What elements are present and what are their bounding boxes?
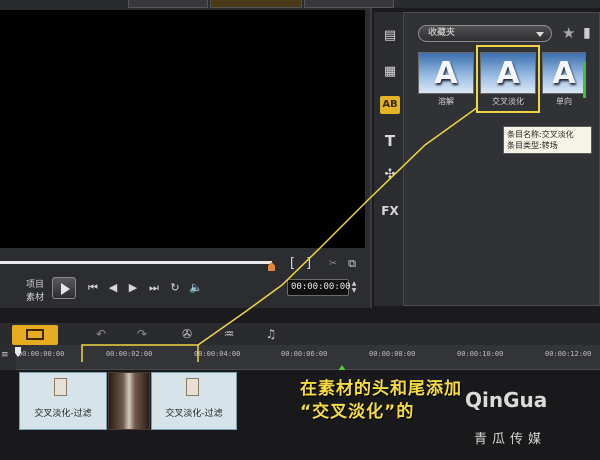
annotation-line-1: 在素材的头和尾添加 [300, 379, 462, 399]
clip-label: 交叉淡化-过滤 [165, 409, 223, 419]
scrub-bar[interactable] [0, 261, 272, 264]
top-tab-right[interactable] [304, 0, 394, 8]
tooltip-line-type: 条目类型:转场 [507, 141, 558, 150]
thumb-tooltip: 条目名称:交叉淡化 条目类型:转场 [503, 126, 592, 154]
menu-icon[interactable]: ≡ [1, 350, 9, 360]
cut-icon[interactable]: ✂ [327, 257, 339, 271]
chevron-down-icon [536, 32, 544, 37]
storyboard-icon [26, 329, 44, 340]
timeline-clip[interactable]: 交叉淡化-过滤 [151, 372, 237, 430]
ruler-tick: 00:00:08:00 [369, 350, 416, 358]
annotation-caption: 在素材的头和尾添加 “交叉淡化”的 [300, 378, 600, 424]
timeline-video-clip[interactable] [108, 372, 150, 430]
previous-frame-icon[interactable]: ◀ [105, 280, 121, 296]
timeline-toolbar [0, 323, 600, 345]
tooltip-line-name: 条目名称:交叉淡化 [507, 130, 574, 139]
timecode-field[interactable]: 00:00:00:00 [287, 279, 351, 296]
volume-icon[interactable]: 🔈 [188, 280, 204, 296]
scroll-indicator [583, 62, 586, 98]
transition-thumb-oneway[interactable]: A [542, 52, 586, 94]
preview-screen [0, 10, 365, 248]
go-to-end-icon[interactable]: ⏭ [146, 280, 162, 296]
selected-thumb-highlight [476, 45, 540, 113]
annotation-line-2: “交叉淡化”的 [300, 402, 415, 422]
redo-icon[interactable]: ↷ [133, 326, 151, 342]
top-tab-active[interactable] [210, 0, 302, 8]
add-icon[interactable]: ▮ [583, 25, 597, 42]
instant-project-icon[interactable]: ▦ [380, 63, 400, 81]
add-favorite-icon[interactable]: ★ [562, 25, 580, 42]
mode-project-label[interactable]: 项目 [26, 277, 44, 290]
ruler-tick: 00:00:00:00 [18, 350, 65, 358]
watermark-sub: 青瓜传媒 [474, 432, 547, 447]
clip-label: 交叉淡化-过滤 [34, 409, 92, 419]
top-tab-left[interactable] [128, 0, 208, 8]
media-library-icon[interactable]: ▤ [380, 27, 400, 45]
record-capture-icon[interactable]: ✇ [178, 326, 196, 342]
mark-in-button[interactable]: [ [286, 257, 298, 271]
timecode-stepper[interactable]: ▲ ▼ [350, 280, 358, 295]
category-select-value: 收藏夹 [428, 28, 456, 38]
title-icon[interactable]: T [380, 132, 400, 150]
transition-icon[interactable]: AB [380, 96, 400, 114]
top-menu-strip [0, 0, 600, 8]
play-button[interactable] [52, 277, 76, 299]
auto-music-icon[interactable]: ♫ [262, 326, 280, 342]
undo-icon[interactable]: ↶ [92, 326, 110, 342]
ruler-tick: 00:00:12:00 [545, 350, 592, 358]
thumb-glyph: A [434, 56, 458, 91]
next-frame-icon[interactable]: ▶ [125, 280, 141, 296]
enlarge-preview-icon[interactable]: ⧉ [346, 257, 358, 271]
watermark-brand: QinGua [465, 388, 548, 412]
thumb-glyph: A [552, 56, 576, 91]
storyboard-view-button[interactable] [12, 325, 58, 345]
timeline-clip[interactable]: 交叉淡化-过滤 [19, 372, 107, 430]
thumb-label: 溶解 [438, 97, 454, 106]
ruler-tick: 00:00:04:00 [194, 350, 241, 358]
mark-out-button[interactable]: ] [303, 257, 315, 271]
transition-thumb-dissolve[interactable]: A [418, 52, 474, 94]
ruler-tick: 00:00:06:00 [281, 350, 328, 358]
repeat-icon[interactable]: ↻ [167, 280, 183, 296]
clip-thumbnail [54, 378, 68, 396]
filter-icon[interactable]: FX [380, 202, 400, 220]
mode-clip-label[interactable]: 素材 [26, 290, 44, 303]
clip-thumbnail [185, 378, 199, 396]
graphics-icon[interactable]: ✣ [380, 166, 400, 184]
library-side-bar [374, 12, 404, 306]
go-to-start-icon[interactable]: ⏮ [85, 280, 101, 296]
ruler-tick: 00:00:02:00 [106, 350, 153, 358]
category-select[interactable]: 收藏夹 [418, 25, 552, 42]
sound-mixer-icon[interactable]: ♒ [220, 326, 238, 342]
ruler-tick: 00:00:10:00 [457, 350, 504, 358]
